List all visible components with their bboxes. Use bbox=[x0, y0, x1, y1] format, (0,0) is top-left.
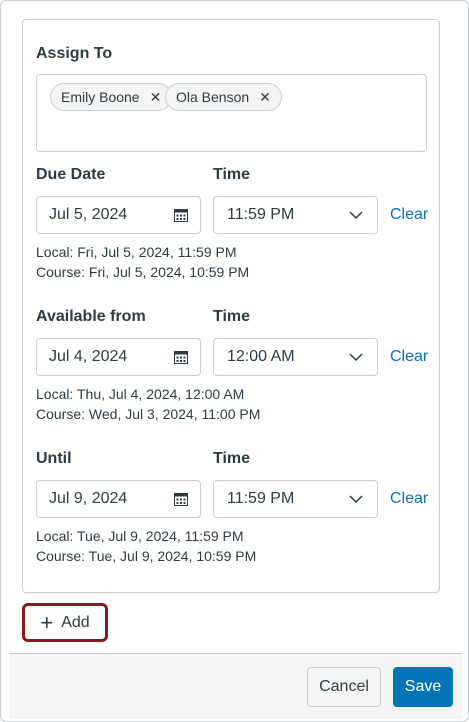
assignee-name: Ola Benson bbox=[176, 89, 250, 105]
chevron-down-icon bbox=[349, 495, 363, 504]
available-time-value: 12:00 AM bbox=[227, 348, 295, 365]
available-local-time: Local: Thu, Jul 4, 2024, 12:00 AM bbox=[36, 386, 245, 402]
available-time-select[interactable]: 12:00 AM bbox=[213, 338, 378, 376]
chevron-down-icon bbox=[349, 211, 363, 220]
close-icon[interactable]: ✕ bbox=[150, 90, 162, 104]
assignment-card: Assign To Emily Boone ✕ Ola Benson ✕ Due… bbox=[22, 19, 440, 593]
assignee-chip-emily-boone[interactable]: Emily Boone ✕ bbox=[50, 83, 173, 111]
chevron-down-icon bbox=[349, 353, 363, 362]
available-clear-button[interactable]: Clear bbox=[390, 348, 428, 366]
due-time-value: 11:59 PM bbox=[227, 206, 295, 223]
until-time-label: Time bbox=[213, 450, 251, 467]
due-time-select[interactable]: 11:59 PM bbox=[213, 196, 378, 234]
until-date-value: Jul 9, 2024 bbox=[49, 490, 128, 507]
due-local-time: Local: Fri, Jul 5, 2024, 11:59 PM bbox=[36, 244, 237, 260]
cancel-button[interactable]: Cancel bbox=[307, 667, 381, 707]
due-course-time: Course: Fri, Jul 5, 2024, 10:59 PM bbox=[36, 264, 250, 280]
available-date-input[interactable]: Jul 4, 2024 bbox=[36, 338, 201, 376]
available-course-time: Course: Wed, Jul 3, 2024, 11:00 PM bbox=[36, 406, 261, 422]
assignee-chip-ola-benson[interactable]: Ola Benson ✕ bbox=[165, 83, 282, 111]
save-button[interactable]: Save bbox=[393, 667, 453, 707]
until-clear-button[interactable]: Clear bbox=[390, 490, 428, 508]
add-button-label: Add bbox=[61, 613, 90, 631]
available-time-label: Time bbox=[213, 308, 251, 325]
plus-icon: + bbox=[40, 609, 54, 635]
due-date-value: Jul 5, 2024 bbox=[49, 206, 128, 223]
calendar-icon[interactable] bbox=[174, 350, 188, 364]
calendar-icon[interactable] bbox=[174, 208, 188, 222]
until-label: Until bbox=[36, 450, 72, 467]
due-clear-button[interactable]: Clear bbox=[390, 206, 428, 224]
calendar-icon[interactable] bbox=[174, 492, 188, 506]
due-date-input[interactable]: Jul 5, 2024 bbox=[36, 196, 201, 234]
available-date-value: Jul 4, 2024 bbox=[49, 348, 128, 365]
assign-to-input[interactable]: Emily Boone ✕ Ola Benson ✕ bbox=[36, 74, 427, 152]
add-button[interactable]: + Add bbox=[22, 603, 108, 642]
until-time-select[interactable]: 11:59 PM bbox=[213, 480, 378, 518]
until-time-value: 11:59 PM bbox=[227, 490, 295, 507]
until-date-input[interactable]: Jul 9, 2024 bbox=[36, 480, 201, 518]
due-time-label: Time bbox=[213, 166, 251, 183]
assignee-name: Emily Boone bbox=[61, 89, 140, 105]
assign-to-panel: Assign To Emily Boone ✕ Ola Benson ✕ Due… bbox=[0, 0, 469, 722]
footer-bar: Cancel Save bbox=[9, 653, 462, 719]
until-local-time: Local: Tue, Jul 9, 2024, 11:59 PM bbox=[36, 528, 244, 544]
due-date-label: Due Date bbox=[36, 166, 106, 183]
available-from-label: Available from bbox=[36, 308, 146, 325]
assign-to-label: Assign To bbox=[36, 45, 113, 62]
until-course-time: Course: Tue, Jul 9, 2024, 10:59 PM bbox=[36, 548, 257, 564]
close-icon[interactable]: ✕ bbox=[259, 90, 271, 104]
